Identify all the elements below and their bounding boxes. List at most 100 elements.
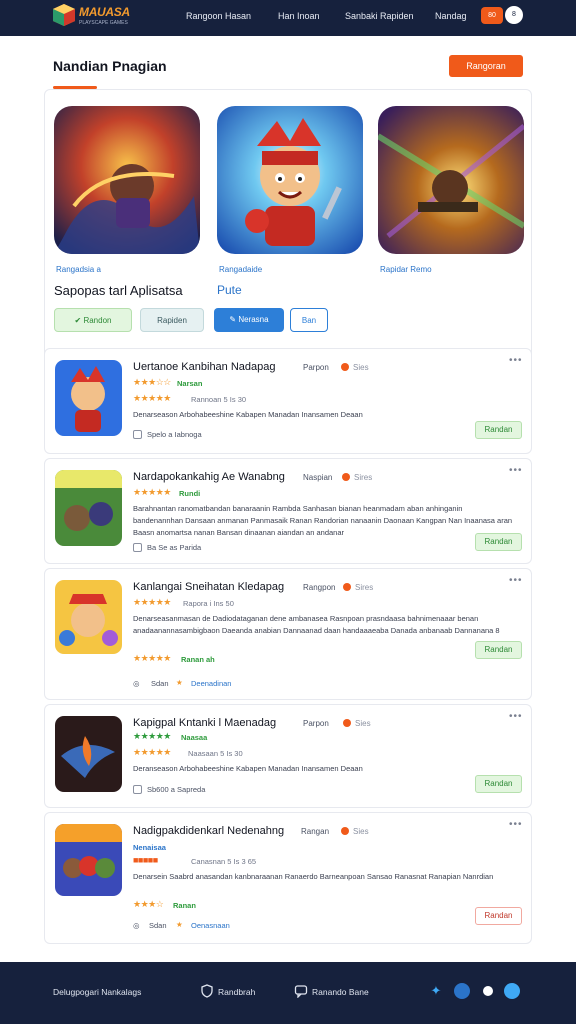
star-rating-icon: ★★★★★ <box>133 487 171 497</box>
featured-game-tile-1[interactable] <box>54 106 200 254</box>
page-title: Nandian Pnagian <box>53 58 167 74</box>
install-button[interactable]: Randan <box>475 533 522 551</box>
badge-icon <box>341 363 349 371</box>
star-rating-icon: ★★★★★ <box>133 597 171 607</box>
comment-icon: ◎ <box>133 921 140 930</box>
game-description: Deranseason Arbohabeeshine Kabapen Manad… <box>133 764 363 773</box>
game-art-rokspang-icon <box>54 106 200 254</box>
featured-game-tile-3[interactable] <box>378 106 524 254</box>
star-icon: ★ <box>176 678 183 687</box>
badge-icon <box>343 583 351 591</box>
footer-link-2[interactable]: Ranando Bane <box>312 987 369 997</box>
install-button[interactable]: Randan <box>475 907 522 925</box>
game-description: Denarsein Saabrd anasandan kanbnaraanan … <box>133 872 494 881</box>
star-rating-icon: ★★★★★ <box>133 731 171 741</box>
featured-tag-3: Rapidar Remo <box>380 265 432 274</box>
game-meta: Rapora i Ins 50 <box>183 599 234 608</box>
install-button[interactable]: Randan <box>475 421 522 439</box>
game-meta: Canasnan 5 Is 3 65 <box>191 857 257 866</box>
featured-tag-2: Rangadaide <box>219 265 263 274</box>
app-logo[interactable]: MAUASA PLAYSCAPE GAMES <box>52 3 140 31</box>
game-art-maduasai-icon <box>378 106 524 254</box>
filter-chip-2[interactable]: Rapiden <box>140 308 204 332</box>
game-list-item[interactable]: Kanlangai Sneihatan Kledapag Rangpon Sir… <box>44 568 532 700</box>
rating-label: Narsan <box>177 379 203 388</box>
primary-action-button[interactable]: Rangoran <box>449 55 523 77</box>
game-list-item[interactable]: Nadigpakdidenkarl Nedenahng Rangan Sies … <box>44 812 532 944</box>
game-footer-info: Sdan <box>149 921 167 930</box>
platform-icon <box>133 785 142 794</box>
game-title[interactable]: Kanlangai Sneihatan Kledapag <box>133 581 284 593</box>
game-count: Sies <box>353 363 369 372</box>
game-description: Denarseasanmasan de Dadiodataganan dene … <box>133 614 500 635</box>
game-list-item[interactable]: Uertanoe Kanbihan Nadapag Parpon Sies ••… <box>44 348 532 454</box>
platform-icon <box>133 430 142 439</box>
game-thumbnail-icon[interactable] <box>55 580 122 654</box>
footer-copyright[interactable]: Delugpogari Nankalags <box>53 987 141 997</box>
twitter-icon[interactable]: ✦ <box>428 983 444 999</box>
social-icon-4[interactable] <box>504 983 520 999</box>
game-footer-link[interactable]: Deenadinan <box>191 679 231 688</box>
game-title[interactable]: Nadigpakdidenkarl Nedenahng <box>133 825 284 837</box>
star-icon: ★ <box>176 920 183 929</box>
game-developer: Parpon <box>303 719 329 728</box>
logo-cube-icon <box>53 4 75 26</box>
filter-chip-1[interactable]: ✔ Randon <box>54 308 132 332</box>
nav-link-3[interactable]: Sanbaki Rapiden <box>345 11 414 21</box>
featured-title: Sapopas tarl Aplisatsa <box>54 283 183 298</box>
featured-panel: Rangadsia a Rangadaide Rapidar Remo Sapo… <box>44 89 532 377</box>
star-rating-secondary-icon: ★★★☆ <box>133 899 164 909</box>
game-footer-link[interactable]: Oenasnaan <box>191 921 230 930</box>
game-list-item[interactable]: Nardapokankahig Ae Wanabng Naspian Sires… <box>44 458 532 564</box>
game-description: Denarseason Arbohabeeshine Kabapen Manad… <box>133 410 363 419</box>
rating-label: Rundi <box>179 489 201 498</box>
game-meta: Rannoan 5 Is 30 <box>191 395 247 404</box>
tag-icon: ✎ <box>229 315 239 324</box>
game-art-hukna-icon <box>217 106 363 254</box>
game-thumbnail-icon[interactable] <box>55 716 122 792</box>
game-thumbnail-icon[interactable] <box>55 824 122 896</box>
rating-label-secondary: Ranan <box>173 901 196 910</box>
game-title[interactable]: Kapigpal Kntanki l Maenadag <box>133 717 276 729</box>
badge-icon <box>342 473 350 481</box>
top-navigation-bar: MAUASA PLAYSCAPE GAMES Rangoon Hasan Han… <box>0 0 576 36</box>
game-developer: Naspian <box>303 473 333 482</box>
game-count: Sies <box>355 719 371 728</box>
game-count: Sies <box>353 827 369 836</box>
star-rating-secondary-icon: ★★★★★ <box>133 653 171 663</box>
rating-label: Naasaa <box>181 733 208 742</box>
nav-link-1[interactable]: Rangoon Hasan <box>186 11 251 21</box>
featured-tag-1: Rangadsia a <box>56 265 101 274</box>
more-options-icon[interactable]: ••• <box>509 355 523 366</box>
social-icon-3[interactable] <box>480 983 496 999</box>
badge-icon <box>343 719 351 727</box>
nav-link-2[interactable]: Han Inoan <box>278 11 320 21</box>
nav-link-4[interactable]: Nandag <box>435 11 467 21</box>
game-footer-info: Spelo a Iabnoga <box>147 430 202 439</box>
game-description: Barahnantan ranomatbandan banaraanin Ram… <box>133 504 513 537</box>
filter-chip-3[interactable]: ✎ Nerasna <box>214 308 284 332</box>
user-avatar[interactable]: 8 <box>505 6 523 24</box>
more-options-icon[interactable]: ••• <box>509 711 523 722</box>
social-icon-2[interactable] <box>454 983 470 999</box>
install-button[interactable]: Randan <box>475 775 522 793</box>
main-content: Nandian Pnagian Rangoran Rangadsia a Ran… <box>0 36 576 962</box>
featured-subtitle: Pute <box>217 283 242 297</box>
game-meta: Naasaan 5 Is 30 <box>188 749 243 758</box>
more-options-icon[interactable]: ••• <box>509 819 523 830</box>
game-thumbnail-icon[interactable] <box>55 470 122 546</box>
featured-game-tile-2[interactable] <box>217 106 363 254</box>
shield-icon <box>201 984 213 998</box>
game-title[interactable]: Uertanoe Kanbihan Nadapag <box>133 361 276 373</box>
more-options-icon[interactable]: ••• <box>509 575 523 586</box>
game-count: Sires <box>354 473 373 482</box>
more-options-icon[interactable]: ••• <box>509 465 523 476</box>
platform-icon <box>133 543 142 552</box>
nav-action-button[interactable]: 80 <box>481 7 503 24</box>
install-button[interactable]: Randan <box>475 641 522 659</box>
filter-chip-4[interactable]: Ban <box>290 308 328 332</box>
game-thumbnail-icon[interactable] <box>55 360 122 436</box>
game-title[interactable]: Nardapokankahig Ae Wanabng <box>133 471 285 483</box>
game-list-item[interactable]: Kapigpal Kntanki l Maenadag Parpon Sies … <box>44 704 532 808</box>
footer-link-1[interactable]: Randbrah <box>218 987 255 997</box>
